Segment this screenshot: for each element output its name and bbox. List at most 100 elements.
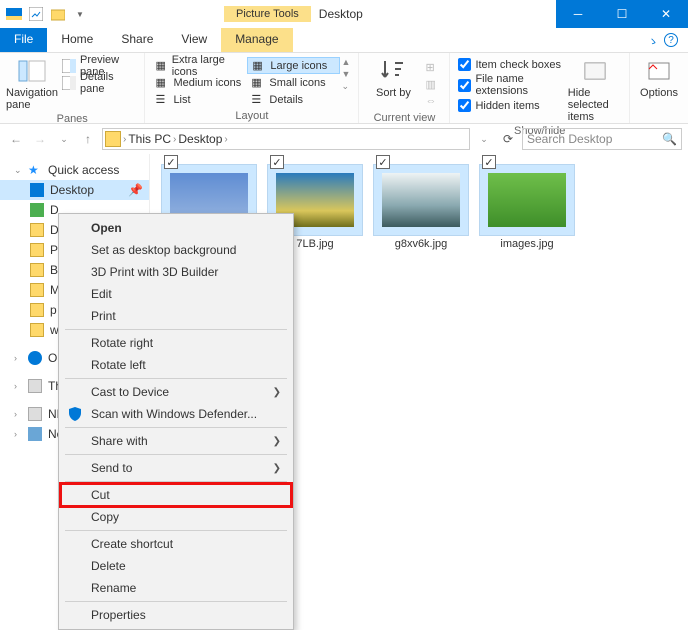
layout-more-icon[interactable]: ⌄ xyxy=(342,81,351,92)
checkbox-icon[interactable]: ✓ xyxy=(164,155,178,169)
chevron-right-icon[interactable]: › xyxy=(123,134,126,145)
menu-item-rotate-left[interactable]: Rotate left xyxy=(61,354,291,376)
drive-icon xyxy=(28,407,42,421)
menu-item-edit[interactable]: Edit xyxy=(61,283,291,305)
details-pane-button[interactable]: Details pane xyxy=(58,74,138,91)
options-button[interactable]: Options xyxy=(636,57,682,99)
address-dropdown[interactable]: ⌄ xyxy=(474,129,494,149)
menu-item-label: Edit xyxy=(91,287,112,301)
menu-item-delete[interactable]: Delete xyxy=(61,555,291,577)
navigation-pane-button[interactable]: Navigation pane xyxy=(6,57,58,111)
expand-icon[interactable]: › xyxy=(14,429,22,439)
file-item[interactable]: ✓ g8xv6k.jpg xyxy=(372,164,470,250)
chevron-right-icon: ❯ xyxy=(273,463,281,474)
ribbon-group-showhide: Item check boxes File name extensions Hi… xyxy=(450,53,630,123)
menu-item-rotate-right[interactable]: Rotate right xyxy=(61,332,291,354)
qat-properties-icon[interactable] xyxy=(26,4,46,24)
list-button[interactable]: ☰List xyxy=(151,91,247,108)
forward-button[interactable]: → xyxy=(30,129,50,149)
minimize-button[interactable]: ─ xyxy=(556,0,600,28)
menu-separator xyxy=(65,378,287,379)
tab-view[interactable]: View xyxy=(167,28,221,52)
size-columns-button[interactable]: ⇔ xyxy=(421,93,443,110)
extra-large-icons-button[interactable]: ▦Extra large icons xyxy=(151,57,247,74)
menu-item-share-with[interactable]: Share with❯ xyxy=(61,430,291,452)
item-check-boxes-checkbox[interactable]: Item check boxes xyxy=(456,57,567,72)
sort-by-button[interactable]: Sort by xyxy=(365,57,421,99)
menu-item-print[interactable]: Print xyxy=(61,305,291,327)
details-view-button[interactable]: ☰Details xyxy=(247,91,339,108)
sidebar-item-desktop[interactable]: Desktop📌 xyxy=(0,180,149,200)
menu-item-scan-with-windows-defender-[interactable]: Scan with Windows Defender... xyxy=(61,403,291,425)
large-icons-button[interactable]: ▦Large icons xyxy=(247,57,339,74)
tab-manage[interactable]: Manage xyxy=(221,28,292,52)
close-button[interactable]: ✕ xyxy=(644,0,688,28)
menu-item-create-shortcut[interactable]: Create shortcut xyxy=(61,533,291,555)
menu-item-cut[interactable]: Cut xyxy=(61,484,291,506)
menu-item-properties[interactable]: Properties xyxy=(61,604,291,626)
small-icons-button[interactable]: ▦Small icons xyxy=(247,74,339,91)
menu-item-open[interactable]: Open xyxy=(61,217,291,239)
ribbon-group-current-view: Sort by ⊞ ▥ ⇔ Current view xyxy=(359,53,450,123)
qat-newfolder-icon[interactable] xyxy=(48,4,68,24)
medium-icons-icon: ▦ xyxy=(155,76,169,90)
refresh-button[interactable]: ⟳ xyxy=(498,129,518,149)
expand-icon[interactable]: ⌄ xyxy=(14,165,22,176)
ribbon-group-options: Options xyxy=(630,53,688,123)
expand-icon[interactable]: › xyxy=(14,381,22,391)
medium-icons-button[interactable]: ▦Medium icons xyxy=(151,74,247,91)
sidebar-item-quick-access[interactable]: ⌄★Quick access xyxy=(0,160,149,180)
contextual-tab-label: Picture Tools xyxy=(224,6,311,22)
menu-item-cast-to-device[interactable]: Cast to Device❯ xyxy=(61,381,291,403)
menu-item-rename[interactable]: Rename xyxy=(61,577,291,599)
layout-scroll-down-icon[interactable]: ▼ xyxy=(342,69,351,79)
menu-item-label: Share with xyxy=(91,434,148,448)
expand-icon[interactable]: › xyxy=(14,353,22,363)
breadcrumb-desktop[interactable]: Desktop xyxy=(178,132,222,146)
explorer-icon xyxy=(4,4,24,24)
folder-icon xyxy=(30,243,44,257)
group-by-icon: ⊞ xyxy=(425,61,439,75)
add-columns-button[interactable]: ▥ xyxy=(421,76,443,93)
file-label: images.jpg xyxy=(500,238,553,250)
expand-icon[interactable]: › xyxy=(14,409,22,419)
group-by-button[interactable]: ⊞ xyxy=(421,59,443,76)
pc-icon xyxy=(28,379,42,393)
breadcrumb[interactable]: › This PC › Desktop › xyxy=(102,128,470,150)
checkbox-icon[interactable]: ✓ xyxy=(376,155,390,169)
menu-item-set-as-desktop-background[interactable]: Set as desktop background xyxy=(61,239,291,261)
checkbox-icon[interactable]: ✓ xyxy=(482,155,496,169)
search-input[interactable]: Search Desktop 🔍 xyxy=(522,128,682,150)
address-bar: ← → ⌄ ↑ › This PC › Desktop › ⌄ ⟳ Search… xyxy=(0,124,688,154)
qat-dropdown-icon[interactable]: ▼ xyxy=(70,4,90,24)
chevron-right-icon[interactable]: › xyxy=(173,134,176,145)
up-button[interactable]: ↑ xyxy=(78,129,98,149)
file-name-ext-checkbox[interactable]: File name extensions xyxy=(456,72,567,98)
menu-item-copy[interactable]: Copy xyxy=(61,506,291,528)
maximize-button[interactable]: ☐ xyxy=(600,0,644,28)
tab-home[interactable]: Home xyxy=(47,28,107,52)
menu-item-label: Send to xyxy=(91,461,132,475)
tab-share[interactable]: Share xyxy=(107,28,167,52)
hidden-items-checkbox[interactable]: Hidden items xyxy=(456,98,567,113)
layout-scroll-up-icon[interactable]: ▲ xyxy=(342,57,351,67)
window-title: Desktop xyxy=(319,7,363,21)
ribbon-collapse-icon[interactable]: ゝ xyxy=(648,33,658,48)
chevron-right-icon[interactable]: › xyxy=(224,134,227,145)
download-icon xyxy=(30,203,44,217)
checkbox-icon[interactable]: ✓ xyxy=(270,155,284,169)
breadcrumb-thispc[interactable]: This PC xyxy=(128,132,171,146)
menu-item-label: Copy xyxy=(91,510,119,524)
menu-item-3d-print-with-3d-builder[interactable]: 3D Print with 3D Builder xyxy=(61,261,291,283)
back-button[interactable]: ← xyxy=(6,129,26,149)
file-item[interactable]: ✓ images.jpg xyxy=(478,164,576,250)
tab-file[interactable]: File xyxy=(0,28,47,52)
help-icon[interactable]: ? xyxy=(664,33,678,47)
image-preview xyxy=(382,173,460,227)
window-controls: ─ ☐ ✕ xyxy=(556,0,688,28)
recent-dropdown[interactable]: ⌄ xyxy=(54,129,74,149)
ribbon-group-panes: Navigation pane Preview pane Details pan… xyxy=(0,53,145,123)
shield-icon xyxy=(67,406,83,422)
menu-item-send-to[interactable]: Send to ❯ xyxy=(61,457,291,479)
hide-selected-button[interactable]: Hide selected items xyxy=(568,57,623,123)
